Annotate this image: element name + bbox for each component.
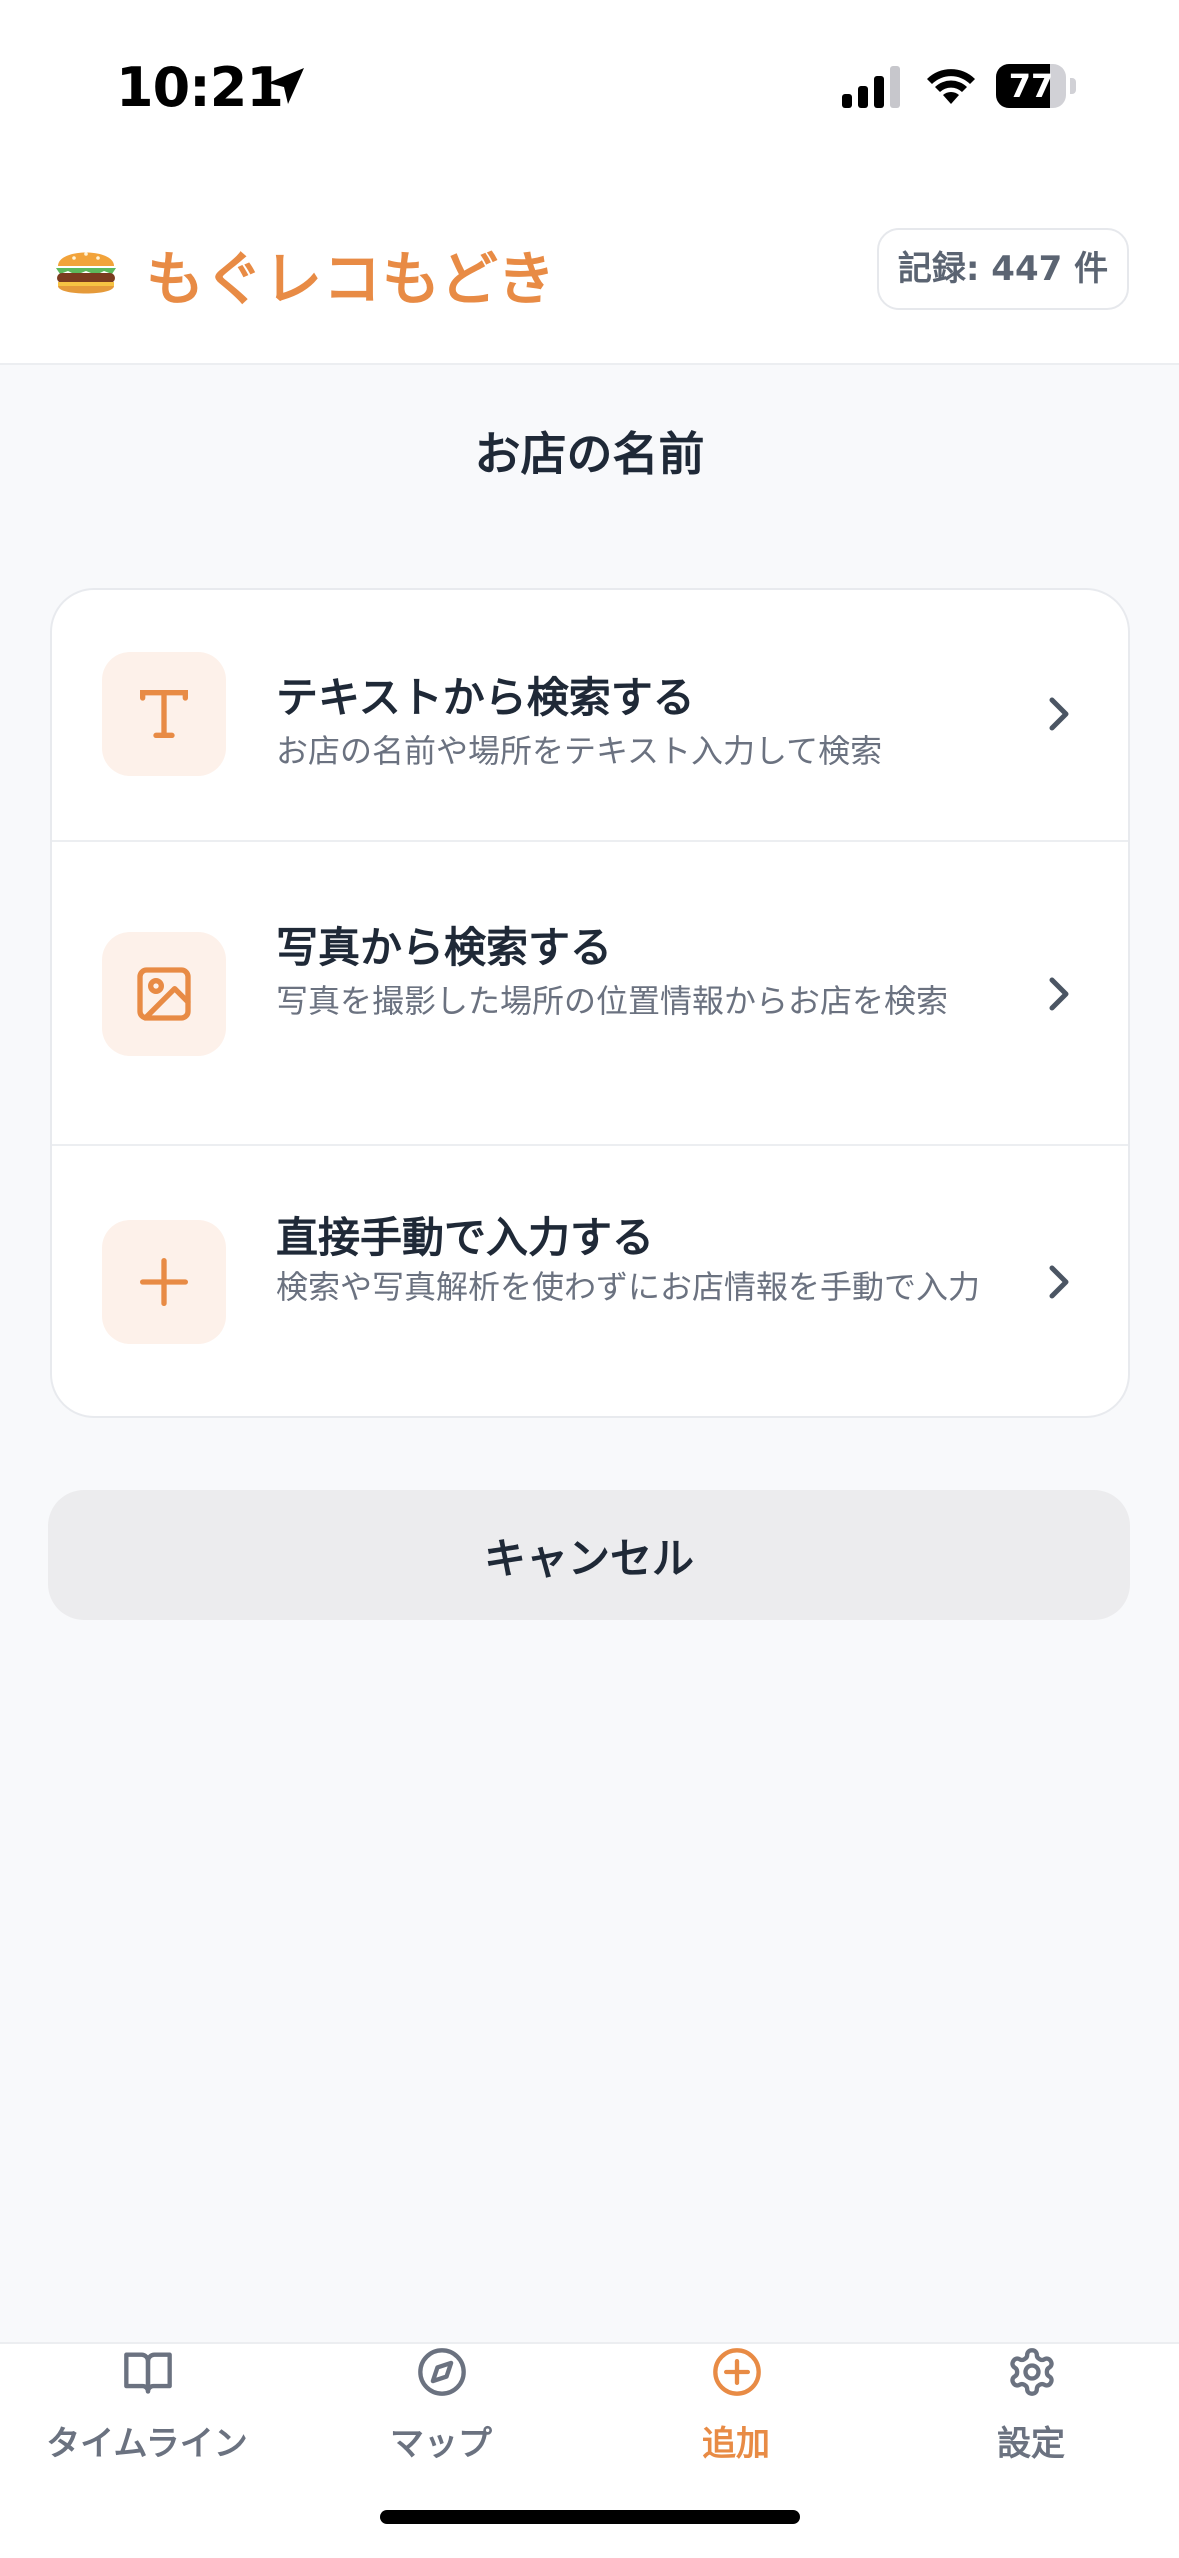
option-text-search[interactable]: テキストから検索する お店の名前や場所をテキスト入力して検索 <box>52 590 1128 840</box>
option-description: 写真を撮影した場所の位置情報からお店を検索 <box>276 982 949 1020</box>
tab-label: マップ <box>390 2424 492 2464</box>
option-photo-search[interactable]: 写真から検索する 写真を撮影した場所の位置情報からお店を検索 <box>52 840 1128 1144</box>
chevron-right-icon <box>1049 977 1069 1011</box>
option-manual-entry[interactable]: 直接手動で入力する 検索や写真解析を使わずにお店情報を手動で入力 <box>52 1144 1128 1416</box>
tab-settings[interactable]: 設定 <box>884 2344 1178 2484</box>
burger-logo-icon <box>56 252 116 294</box>
option-icon-box <box>102 652 226 776</box>
tab-bar: タイムライン マップ 追加 設定 <box>0 2342 1179 2558</box>
option-title: テキストから検索する <box>276 673 695 722</box>
status-time: 10:21 <box>116 56 284 119</box>
option-icon-box <box>102 1220 226 1344</box>
plus-circle-icon <box>713 2348 761 2396</box>
gear-icon <box>1010 2348 1054 2396</box>
option-title: 写真から検索する <box>276 923 613 972</box>
tab-timeline[interactable]: タイムライン <box>0 2344 294 2484</box>
search-options-card: テキストから検索する お店の名前や場所をテキスト入力して検索 写真から検索する … <box>50 588 1130 1418</box>
tab-map[interactable]: マップ <box>294 2344 588 2484</box>
app-header: もぐレコもどき 記録: 447 件 <box>0 160 1179 365</box>
location-arrow-icon <box>268 68 304 104</box>
cellular-signal-icon <box>842 66 900 108</box>
status-bar: 10:21 77 <box>0 0 1179 160</box>
chevron-right-icon <box>1049 697 1069 731</box>
option-icon-box <box>102 932 226 1056</box>
battery-level: 77 <box>1008 67 1054 105</box>
option-title: 直接手動で入力する <box>276 1213 655 1262</box>
tab-label: 設定 <box>997 2424 1065 2464</box>
tab-label: タイムライン <box>46 2424 248 2464</box>
page-title: お店の名前 <box>474 427 705 481</box>
text-t-icon <box>140 690 188 738</box>
wifi-icon <box>927 69 975 104</box>
tab-label: 追加 <box>702 2424 770 2464</box>
tab-add[interactable]: 追加 <box>589 2344 883 2484</box>
home-indicator <box>380 2510 800 2524</box>
plus-icon <box>140 1258 188 1306</box>
battery-indicator: 77 <box>996 64 1076 108</box>
app-title: もぐレコもどき <box>146 245 557 313</box>
chevron-right-icon <box>1049 1265 1069 1299</box>
option-description: 検索や写真解析を使わずにお店情報を手動で入力 <box>276 1268 981 1306</box>
book-open-icon <box>124 2352 172 2394</box>
compass-icon <box>418 2348 466 2396</box>
image-icon <box>137 967 191 1021</box>
record-count-badge: 記録: 447 件 <box>877 228 1129 310</box>
option-description: お店の名前や場所をテキスト入力して検索 <box>276 732 883 770</box>
cancel-button[interactable]: キャンセル <box>48 1490 1130 1620</box>
